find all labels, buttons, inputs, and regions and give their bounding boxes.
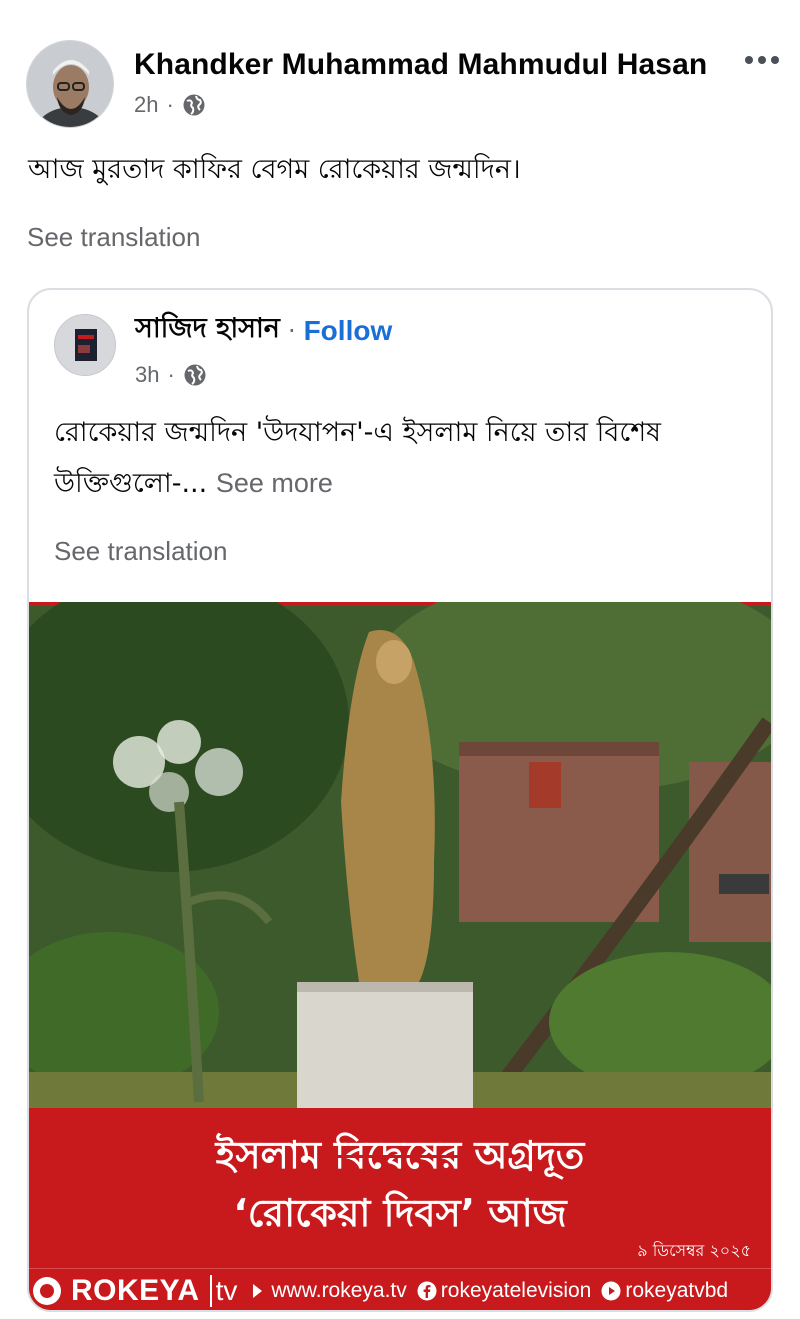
youtube-item: rokeyatvbd [601,1279,728,1303]
shared-post-text: রোকেয়ার জন্মদিন 'উদযাপন'-এ ইসলাম নিয়ে … [54,408,754,509]
brand-tv: tv [209,1274,237,1307]
globe-icon [184,364,206,386]
more-dots-icon [745,56,753,64]
shared-author-avatar[interactable] [54,314,116,376]
shared-author-row: সাজিদ হাসান · Follow [135,308,392,353]
shared-post-image[interactable]: ইসলাম বিদ্বেষের অগ্রদূত ‘রোকেয়া দিবস’ আ… [29,602,771,1310]
shared-avatar-image [55,315,115,375]
post-time[interactable]: 2h [134,92,158,118]
see-more-link[interactable]: See more [216,468,333,498]
shared-post-meta: 3h · [135,362,207,388]
youtube-icon [601,1281,621,1300]
shared-post-time[interactable]: 3h [135,362,159,388]
shared-author-name[interactable]: সাজিদ হাসান [135,308,280,353]
post-header: Khandker Muhammad Mahmudul Hasan 2h · [26,40,786,130]
meta-separator: · [166,92,174,117]
youtube-text: rokeyatvbd [625,1278,729,1302]
avatar-image [27,41,113,127]
website-text: www.rokeya.tv [271,1278,407,1302]
facebook-text: rokeyatelevision [440,1278,592,1302]
follow-button[interactable]: Follow [304,315,393,347]
facebook-icon [417,1281,437,1300]
author-name[interactable]: Khandker Muhammad Mahmudul Hasan [134,48,707,82]
post-text: আজ মুরতাদ কাফির বেগম রোকেয়ার জন্মদিন। [28,154,521,185]
more-dots-icon [771,56,779,64]
author-follow-separator: · [287,316,296,345]
headline-part-1: ইসলাম [215,1133,321,1177]
image-footer: ROKEYA tv www.rokeya.tv rokeyatelevision… [29,1268,771,1310]
headline-banner: ইসলাম বিদ্বেষের অগ্রদূত ‘রোকেয়া দিবস’ আ… [29,1108,771,1268]
meta-separator: · [167,362,175,387]
shared-post-body: রোকেয়ার জন্মদিন 'উদযাপন'-এ ইসলাম নিয়ে … [54,417,662,499]
statue-photo [29,602,771,1108]
more-options-button[interactable] [738,48,786,72]
website-item: www.rokeya.tv [247,1278,407,1303]
globe-icon [183,94,205,116]
brand-logo-icon [33,1276,61,1305]
brand-name: ROKEYA [71,1273,200,1307]
author-avatar[interactable] [26,40,114,128]
headline-struck-word: বিদ্বেষের [334,1133,462,1177]
shared-post-card[interactable]: সাজিদ হাসান · Follow 3h · রোকেয়ার জন্মদ… [27,288,773,1312]
image-date: ৯ ডিসেম্বর ২০২৫ [637,1241,751,1260]
post-meta: 2h · [134,92,206,118]
headline-part-2: অগ্রদূত [474,1133,585,1177]
shared-see-translation-link[interactable]: See translation [54,536,227,567]
more-dots-icon [758,56,766,64]
headline-line-1: ইসলাম বিদ্বেষের অগ্রদূত [29,1126,771,1190]
facebook-item: rokeyatelevision [417,1278,592,1303]
see-translation-link[interactable]: See translation [27,222,200,253]
play-arrow-icon [253,1283,263,1298]
